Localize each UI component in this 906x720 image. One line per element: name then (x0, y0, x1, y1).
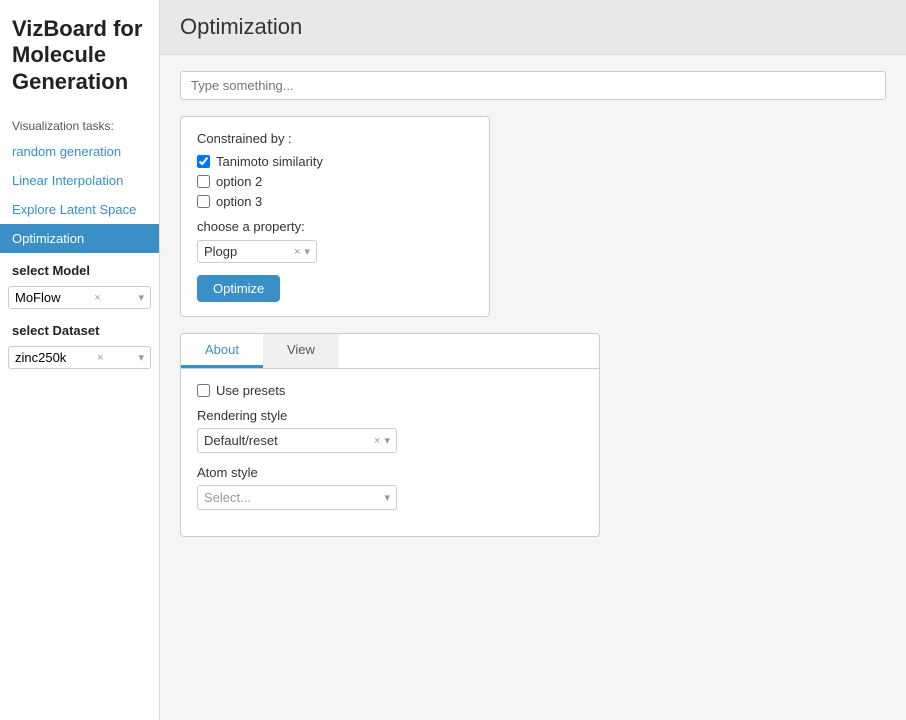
tabs-body: Use presets Rendering style Default/rese… (181, 369, 599, 536)
constrained-by-label: Constrained by : (197, 131, 473, 146)
use-presets-label: Use presets (216, 383, 285, 398)
tabs-panel: About View Use presets Rendering style D… (180, 333, 600, 537)
checkbox-row-option3: option 3 (197, 194, 473, 209)
sidebar-section-label: Visualization tasks: (0, 111, 159, 137)
sidebar-item-label: Optimization (12, 231, 84, 246)
tabs-header: About View (181, 334, 599, 369)
dataset-clear-icon[interactable]: × (97, 352, 103, 364)
model-clear-icon[interactable]: × (94, 292, 100, 304)
main-content: Optimization Constrained by : Tanimoto s… (160, 0, 906, 720)
atom-style-label: Atom style (197, 465, 583, 480)
sidebar-item-linear-interpolation[interactable]: Linear Interpolation (0, 166, 159, 195)
model-arrow-icon[interactable]: ▾ (138, 291, 144, 304)
sidebar-item-label: Linear Interpolation (12, 173, 123, 188)
choose-property-label: choose a property: (197, 219, 473, 234)
rendering-style-select[interactable]: Default/reset × ▾ (197, 428, 397, 453)
content-area: Constrained by : Tanimoto similarity opt… (160, 55, 906, 553)
constraints-panel: Constrained by : Tanimoto similarity opt… (180, 116, 490, 317)
sidebar-item-label: Explore Latent Space (12, 202, 136, 217)
tanimoto-checkbox[interactable] (197, 155, 210, 168)
tab-about[interactable]: About (181, 334, 263, 368)
page-title: Optimization (160, 0, 906, 55)
dataset-arrow-icon[interactable]: ▾ (138, 351, 144, 364)
option3-label: option 3 (216, 194, 262, 209)
atom-style-placeholder: Select... (204, 490, 384, 505)
property-arrow-icon: ▾ (304, 245, 310, 258)
rendering-clear-icon[interactable]: × (374, 435, 380, 447)
dataset-label: select Dataset (0, 313, 159, 342)
sidebar-item-optimization[interactable]: Optimization (0, 224, 159, 253)
model-value: MoFlow (15, 290, 61, 305)
property-value: Plogp (204, 244, 294, 259)
rendering-style-label: Rendering style (197, 408, 583, 423)
sidebar-item-random-generation[interactable]: random generation (0, 137, 159, 166)
use-presets-checkbox[interactable] (197, 384, 210, 397)
property-clear-icon[interactable]: × (294, 246, 300, 258)
model-label: select Model (0, 253, 159, 282)
option2-checkbox[interactable] (197, 175, 210, 188)
app-title: VizBoard for Molecule Generation (0, 0, 159, 111)
sidebar: VizBoard for Molecule Generation Visuali… (0, 0, 160, 720)
use-presets-row: Use presets (197, 383, 583, 398)
model-select[interactable]: MoFlow × ▾ (8, 286, 151, 309)
optimize-button[interactable]: Optimize (197, 275, 280, 302)
sidebar-item-label: random generation (12, 144, 121, 159)
sidebar-item-explore-latent-space[interactable]: Explore Latent Space (0, 195, 159, 224)
rendering-style-value: Default/reset (204, 433, 374, 448)
search-input[interactable] (180, 71, 886, 100)
dataset-select[interactable]: zinc250k × ▾ (8, 346, 151, 369)
rendering-arrow-icon: ▾ (384, 434, 390, 447)
tab-view[interactable]: View (263, 334, 339, 368)
tanimoto-label: Tanimoto similarity (216, 154, 323, 169)
atom-style-select[interactable]: Select... ▾ (197, 485, 397, 510)
checkbox-row-option2: option 2 (197, 174, 473, 189)
atom-style-arrow-icon: ▾ (384, 491, 390, 504)
dataset-value: zinc250k (15, 350, 66, 365)
option3-checkbox[interactable] (197, 195, 210, 208)
checkbox-row-tanimoto: Tanimoto similarity (197, 154, 473, 169)
option2-label: option 2 (216, 174, 262, 189)
property-select[interactable]: Plogp × ▾ (197, 240, 317, 263)
